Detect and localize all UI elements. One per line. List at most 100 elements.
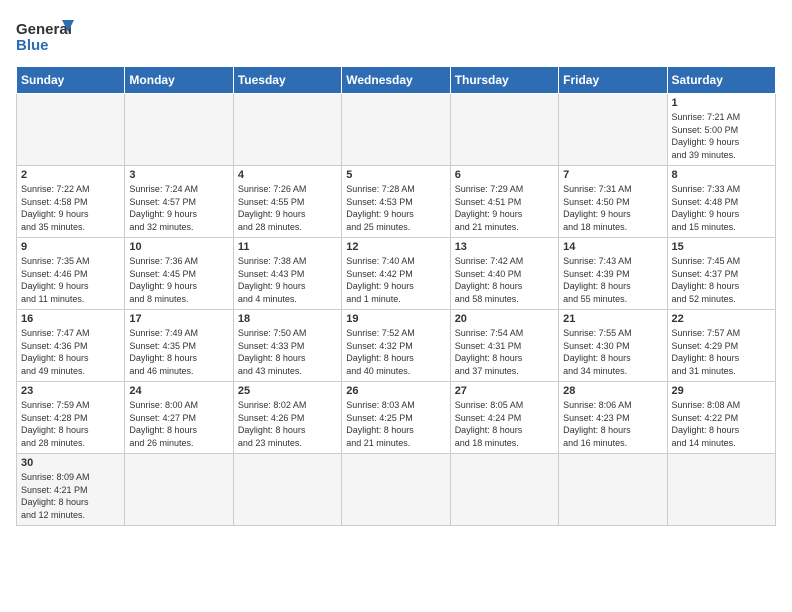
calendar-cell: 29 Sunrise: 8:08 AM Sunset: 4:22 PM Dayli… xyxy=(667,382,775,454)
day-number: 7 xyxy=(563,169,662,181)
calendar-cell: 7 Sunrise: 7:31 AM Sunset: 4:50 PM Daylig… xyxy=(559,166,667,238)
weekday-header-wednesday: Wednesday xyxy=(342,67,450,94)
calendar-cell: 25 Sunrise: 8:02 AM Sunset: 4:26 PM Dayli… xyxy=(233,382,341,454)
day-info: Sunrise: 7:38 AM Sunset: 4:43 PM Dayligh… xyxy=(238,255,337,305)
calendar-cell: 10 Sunrise: 7:36 AM Sunset: 4:45 PM Dayli… xyxy=(125,238,233,310)
day-number: 23 xyxy=(21,385,120,397)
calendar-cell xyxy=(125,454,233,526)
day-info: Sunrise: 7:40 AM Sunset: 4:42 PM Dayligh… xyxy=(346,255,445,305)
day-info: Sunrise: 7:21 AM Sunset: 5:00 PM Dayligh… xyxy=(672,111,771,161)
day-info: Sunrise: 7:52 AM Sunset: 4:32 PM Dayligh… xyxy=(346,327,445,377)
svg-text:General: General xyxy=(16,21,72,38)
day-info: Sunrise: 7:22 AM Sunset: 4:58 PM Dayligh… xyxy=(21,183,120,233)
day-info: Sunrise: 8:09 AM Sunset: 4:21 PM Dayligh… xyxy=(21,471,120,521)
calendar-cell xyxy=(667,454,775,526)
day-number: 13 xyxy=(455,241,554,253)
calendar-cell xyxy=(450,94,558,166)
day-number: 6 xyxy=(455,169,554,181)
weekday-header-friday: Friday xyxy=(559,67,667,94)
calendar-cell: 22 Sunrise: 7:57 AM Sunset: 4:29 PM Dayli… xyxy=(667,310,775,382)
day-info: Sunrise: 7:45 AM Sunset: 4:37 PM Dayligh… xyxy=(672,255,771,305)
day-number: 25 xyxy=(238,385,337,397)
day-info: Sunrise: 8:03 AM Sunset: 4:25 PM Dayligh… xyxy=(346,399,445,449)
calendar-cell: 21 Sunrise: 7:55 AM Sunset: 4:30 PM Dayli… xyxy=(559,310,667,382)
day-info: Sunrise: 8:00 AM Sunset: 4:27 PM Dayligh… xyxy=(129,399,228,449)
calendar-cell: 27Sunrise: 8:05 AM Sunset: 4:24 PM Dayli… xyxy=(450,382,558,454)
day-number: 29 xyxy=(672,385,771,397)
day-number: 19 xyxy=(346,313,445,325)
calendar-cell: 20 Sunrise: 7:54 AM Sunset: 4:31 PM Dayli… xyxy=(450,310,558,382)
day-number: 28 xyxy=(563,385,662,397)
week-row-1: 1Sunrise: 7:21 AM Sunset: 5:00 PM Daylig… xyxy=(17,94,776,166)
day-number: 17 xyxy=(129,313,228,325)
week-row-3: 9 Sunrise: 7:35 AM Sunset: 4:46 PM Daylig… xyxy=(17,238,776,310)
day-info: Sunrise: 7:35 AM Sunset: 4:46 PM Dayligh… xyxy=(21,255,120,305)
weekday-header-saturday: Saturday xyxy=(667,67,775,94)
day-info: Sunrise: 7:55 AM Sunset: 4:30 PM Dayligh… xyxy=(563,327,662,377)
weekday-header-row: SundayMondayTuesdayWednesdayThursdayFrid… xyxy=(17,67,776,94)
calendar-cell xyxy=(17,94,125,166)
day-info: Sunrise: 7:29 AM Sunset: 4:51 PM Dayligh… xyxy=(455,183,554,233)
day-number: 22 xyxy=(672,313,771,325)
day-number: 3 xyxy=(129,169,228,181)
calendar-cell: 17Sunrise: 7:49 AM Sunset: 4:35 PM Dayli… xyxy=(125,310,233,382)
day-info: Sunrise: 8:08 AM Sunset: 4:22 PM Dayligh… xyxy=(672,399,771,449)
calendar-cell: 4Sunrise: 7:26 AM Sunset: 4:55 PM Daylig… xyxy=(233,166,341,238)
day-info: Sunrise: 7:36 AM Sunset: 4:45 PM Dayligh… xyxy=(129,255,228,305)
calendar-cell: 19 Sunrise: 7:52 AM Sunset: 4:32 PM Dayli… xyxy=(342,310,450,382)
day-info: Sunrise: 7:24 AM Sunset: 4:57 PM Dayligh… xyxy=(129,183,228,233)
day-info: Sunrise: 7:31 AM Sunset: 4:50 PM Dayligh… xyxy=(563,183,662,233)
week-row-4: 16Sunrise: 7:47 AM Sunset: 4:36 PM Dayli… xyxy=(17,310,776,382)
calendar-cell: 26 Sunrise: 8:03 AM Sunset: 4:25 PM Dayli… xyxy=(342,382,450,454)
day-info: Sunrise: 7:33 AM Sunset: 4:48 PM Dayligh… xyxy=(672,183,771,233)
day-info: Sunrise: 8:06 AM Sunset: 4:23 PM Dayligh… xyxy=(563,399,662,449)
day-info: Sunrise: 7:59 AM Sunset: 4:28 PM Dayligh… xyxy=(21,399,120,449)
weekday-header-thursday: Thursday xyxy=(450,67,558,94)
calendar-cell xyxy=(342,94,450,166)
logo: General Blue xyxy=(16,16,56,56)
day-number: 30 xyxy=(21,457,120,469)
weekday-header-tuesday: Tuesday xyxy=(233,67,341,94)
calendar-cell xyxy=(125,94,233,166)
week-row-5: 23 Sunrise: 7:59 AM Sunset: 4:28 PM Dayli… xyxy=(17,382,776,454)
calendar-cell: 16Sunrise: 7:47 AM Sunset: 4:36 PM Dayli… xyxy=(17,310,125,382)
calendar-cell xyxy=(559,454,667,526)
header: General Blue xyxy=(16,16,776,56)
calendar-cell: 8Sunrise: 7:33 AM Sunset: 4:48 PM Daylig… xyxy=(667,166,775,238)
calendar-cell: 28 Sunrise: 8:06 AM Sunset: 4:23 PM Dayli… xyxy=(559,382,667,454)
calendar-cell: 13 Sunrise: 7:42 AM Sunset: 4:40 PM Dayli… xyxy=(450,238,558,310)
day-info: Sunrise: 7:50 AM Sunset: 4:33 PM Dayligh… xyxy=(238,327,337,377)
day-number: 24 xyxy=(129,385,228,397)
day-number: 26 xyxy=(346,385,445,397)
calendar-cell: 6 Sunrise: 7:29 AM Sunset: 4:51 PM Daylig… xyxy=(450,166,558,238)
day-info: Sunrise: 8:02 AM Sunset: 4:26 PM Dayligh… xyxy=(238,399,337,449)
day-number: 5 xyxy=(346,169,445,181)
calendar-cell: 24 Sunrise: 8:00 AM Sunset: 4:27 PM Dayli… xyxy=(125,382,233,454)
calendar-cell xyxy=(342,454,450,526)
day-info: Sunrise: 7:42 AM Sunset: 4:40 PM Dayligh… xyxy=(455,255,554,305)
day-number: 21 xyxy=(563,313,662,325)
day-number: 12 xyxy=(346,241,445,253)
calendar-cell: 23 Sunrise: 7:59 AM Sunset: 4:28 PM Dayli… xyxy=(17,382,125,454)
calendar-cell: 2 Sunrise: 7:22 AM Sunset: 4:58 PM Daylig… xyxy=(17,166,125,238)
day-number: 9 xyxy=(21,241,120,253)
calendar-cell xyxy=(559,94,667,166)
calendar-cell: 18 Sunrise: 7:50 AM Sunset: 4:33 PM Dayli… xyxy=(233,310,341,382)
day-number: 18 xyxy=(238,313,337,325)
day-number: 15 xyxy=(672,241,771,253)
calendar-cell xyxy=(233,94,341,166)
day-info: Sunrise: 7:57 AM Sunset: 4:29 PM Dayligh… xyxy=(672,327,771,377)
calendar-cell xyxy=(233,454,341,526)
day-number: 10 xyxy=(129,241,228,253)
calendar-cell: 9 Sunrise: 7:35 AM Sunset: 4:46 PM Daylig… xyxy=(17,238,125,310)
day-info: Sunrise: 7:54 AM Sunset: 4:31 PM Dayligh… xyxy=(455,327,554,377)
day-info: Sunrise: 8:05 AM Sunset: 4:24 PM Dayligh… xyxy=(455,399,554,449)
week-row-2: 2 Sunrise: 7:22 AM Sunset: 4:58 PM Daylig… xyxy=(17,166,776,238)
day-number: 20 xyxy=(455,313,554,325)
calendar-cell: 3 Sunrise: 7:24 AM Sunset: 4:57 PM Daylig… xyxy=(125,166,233,238)
day-info: Sunrise: 7:47 AM Sunset: 4:36 PM Dayligh… xyxy=(21,327,120,377)
calendar-table: SundayMondayTuesdayWednesdayThursdayFrid… xyxy=(16,66,776,526)
calendar-cell: 5Sunrise: 7:28 AM Sunset: 4:53 PM Daylig… xyxy=(342,166,450,238)
calendar-cell: 15 Sunrise: 7:45 AM Sunset: 4:37 PM Dayli… xyxy=(667,238,775,310)
day-number: 2 xyxy=(21,169,120,181)
